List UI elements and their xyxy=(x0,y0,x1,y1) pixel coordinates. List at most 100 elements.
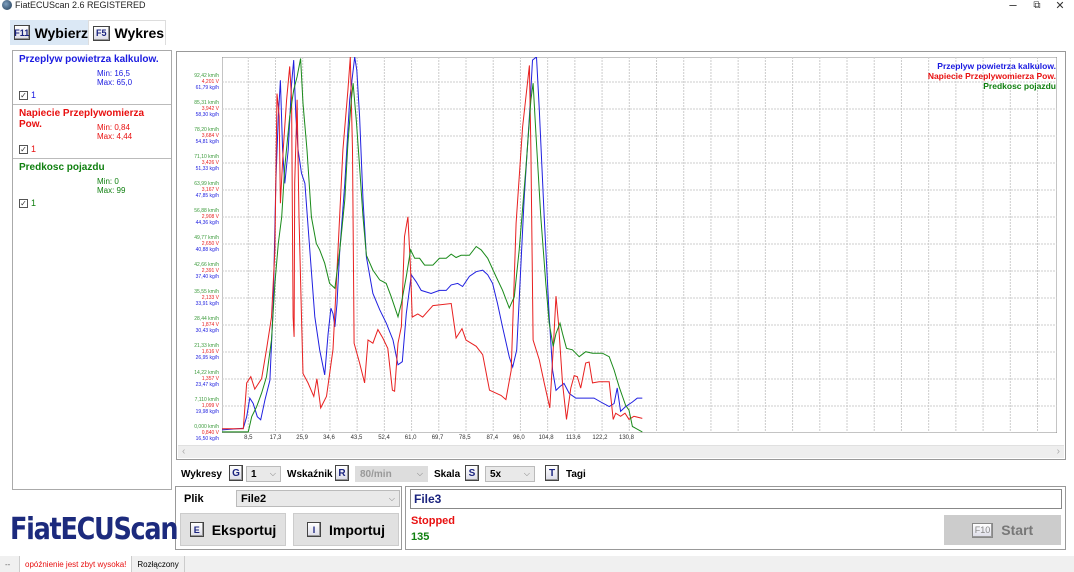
parameter-checkbox[interactable]: ✓ xyxy=(19,198,28,208)
chevron-down-icon: ⌵ xyxy=(388,493,395,503)
t-key-button[interactable]: T xyxy=(545,465,559,481)
status-warning: opóźnienie jest zbyt wysoka! xyxy=(20,556,133,572)
x-tick-label: 122,2 xyxy=(592,435,608,441)
x-tick-label: 104,8 xyxy=(538,435,554,441)
x-axis-labels: 8,5 17,3 25,9 34,6 43,5 52,4 61,0 69,7 78,5 87,4 9… xyxy=(222,435,1057,445)
f10-key-icon: F10 xyxy=(971,522,994,538)
g-key-button[interactable]: G xyxy=(229,465,243,481)
export-button[interactable]: E Eksportuj xyxy=(180,513,286,546)
e-key-icon: E xyxy=(189,522,204,537)
y-tick-group: 0,000 km/h 0,840 V 16,50 kg/h xyxy=(194,424,219,442)
y-tick-group: 7,110 km/h 1,099 V 19,98 kg/h xyxy=(195,397,219,415)
y-tick-label: 19,98 kg/h xyxy=(195,409,219,415)
f11-key-icon: F11 xyxy=(14,25,30,40)
tab-wykres[interactable]: F5 Wykres xyxy=(88,20,166,45)
select-value: File2 xyxy=(241,492,267,505)
button-label: Importuj xyxy=(329,521,385,538)
parameter-item[interactable]: Przeplyw powietrza kalkulow. Min: 16,5 M… xyxy=(13,51,171,105)
legend-entry: Przeplyw powietrza kalkulow. xyxy=(937,61,1056,71)
y-tick-label: 61,79 kg/h xyxy=(195,85,219,91)
tab-label: Wybierz xyxy=(34,24,88,41)
tags-label: Tagi xyxy=(566,468,586,480)
plot-area xyxy=(222,57,1057,433)
y-tick-label: 37,40 kg/h xyxy=(195,274,219,280)
session-group: File3 Stopped 135 F10 Start xyxy=(405,486,1066,550)
i-key-icon: I xyxy=(307,522,321,537)
x-tick-label: 113,6 xyxy=(566,435,581,441)
select-value: 5x xyxy=(490,468,502,480)
f5-key-icon: F5 xyxy=(93,25,110,41)
parameter-checkbox[interactable]: ✓ xyxy=(19,90,28,100)
session-count: 135 xyxy=(411,531,430,543)
select-value: 80/min xyxy=(360,468,392,480)
close-button[interactable]: ✕ xyxy=(1050,0,1070,12)
parameter-name: Napiecie Przeplywomierza Pow. xyxy=(19,108,145,130)
button-label: Start xyxy=(1001,522,1034,538)
button-label: Eksportuj xyxy=(211,521,277,538)
y-tick-group: 56,88 km/h 2,908 V 44,36 kg/h xyxy=(194,208,219,226)
y-tick-label: 40,88 kg/h xyxy=(195,247,219,253)
parameter-index: 1 xyxy=(31,90,37,100)
parameter-item[interactable]: Napiecie Przeplywomierza Pow. Min: 0,84 … xyxy=(13,105,171,159)
x-tick-label: 43,5 xyxy=(350,435,363,441)
parameter-min: Min: 0 xyxy=(97,177,119,186)
start-button[interactable]: F10 Start xyxy=(944,515,1061,545)
y-tick-label: 51,33 kg/h xyxy=(195,166,219,172)
parameter-checkbox[interactable]: ✓ xyxy=(19,144,28,154)
chart-horizontal-scrollbar[interactable]: ‹ › xyxy=(178,445,1064,458)
tab-label: Wykres xyxy=(114,25,165,41)
x-tick-label: 34,6 xyxy=(323,435,335,441)
app-logo: FiatECUScan xyxy=(10,512,178,547)
y-axis-labels: 0,000 km/h 0,840 V 16,50 kg/h 7,110 km/h 1,0… xyxy=(176,57,222,442)
charts-count-select[interactable]: 1 ⌵ xyxy=(246,466,281,482)
x-tick-label: 87,4 xyxy=(486,435,499,441)
s-key-button[interactable]: S xyxy=(465,465,479,481)
status-bar: -- opóźnienie jest zbyt wysoka! Rozłączo… xyxy=(0,556,1074,572)
r-key-button[interactable]: R xyxy=(335,465,349,481)
pointer-rate-select[interactable]: 80/min ⌵ xyxy=(355,466,428,482)
y-tick-label: 23,47 kg/h xyxy=(195,382,219,388)
x-tick-label: 52,4 xyxy=(378,435,390,441)
title-bar: FiatECUScan 2.6 REGISTERED – ⧉ ✕ xyxy=(0,0,1074,14)
file-select[interactable]: File2 ⌵ xyxy=(236,490,400,507)
scroll-right-icon[interactable]: › xyxy=(1057,446,1060,457)
y-tick-group: 71,10 km/h 3,426 V 51,33 kg/h xyxy=(194,154,219,172)
scale-select[interactable]: 5x ⌵ xyxy=(485,466,535,482)
y-tick-label: 30,43 kg/h xyxy=(195,328,219,334)
chart-legend: Przeplyw powietrza kalkulow. Napiecie Pr… xyxy=(928,61,1056,91)
parameter-min: Min: 16,5 xyxy=(97,69,130,78)
y-tick-group: 92,42 km/h 4,201 V 61,79 kg/h xyxy=(194,73,219,91)
y-tick-label: 16,50 kg/h xyxy=(195,436,219,442)
file-label: Plik xyxy=(184,493,204,505)
x-tick-label: 96,0 xyxy=(513,435,525,441)
session-filename-input[interactable]: File3 xyxy=(410,489,1062,509)
y-tick-group: 63,99 km/h 3,167 V 47,85 kg/h xyxy=(194,181,219,199)
chevron-down-icon: ⌵ xyxy=(269,469,276,478)
y-tick-label: 26,95 kg/h xyxy=(195,355,219,361)
parameter-min: Min: 0,84 xyxy=(97,123,130,132)
window-title: FiatECUScan 2.6 REGISTERED xyxy=(15,0,146,10)
restore-button[interactable]: ⧉ xyxy=(1027,0,1047,11)
file-group: Plik File2 ⌵ E Eksportuj I Importuj xyxy=(175,486,402,550)
y-tick-group: 42,66 km/h 2,391 V 37,40 kg/h xyxy=(194,262,219,280)
y-tick-label: 58,30 kg/h xyxy=(195,112,219,118)
minimize-button[interactable]: – xyxy=(1003,0,1023,12)
x-tick-label: 8,5 xyxy=(244,435,253,441)
x-tick-label: 69,7 xyxy=(431,435,444,441)
parameter-max: Max: 99 xyxy=(97,186,126,195)
tab-wybierz[interactable]: F11 Wybierz xyxy=(10,20,88,45)
x-tick-label: 130,8 xyxy=(618,435,635,441)
scroll-left-icon[interactable]: ‹ xyxy=(182,446,185,457)
y-tick-label: 44,36 kg/h xyxy=(195,220,219,226)
parameter-name: Przeplyw powietrza kalkulow. xyxy=(19,54,159,65)
chevron-down-icon: ⌵ xyxy=(416,469,423,478)
parameter-item[interactable]: Predkosc pojazdu Min: 0 Max: 99 ✓ 1 xyxy=(13,159,171,213)
y-tick-group: 85,31 km/h 3,942 V 58,30 kg/h xyxy=(194,100,219,118)
y-tick-group: 49,77 km/h 2,650 V 40,88 kg/h xyxy=(194,235,219,253)
connection-status: Rozłączony xyxy=(132,556,185,572)
y-tick-label: 47,85 kg/h xyxy=(195,193,219,199)
parameter-index: 1 xyxy=(31,198,37,208)
import-button[interactable]: I Importuj xyxy=(293,513,399,546)
y-tick-group: 14,22 km/h 1,357 V 23,47 kg/h xyxy=(194,370,219,388)
y-tick-group: 78,20 km/h 3,684 V 54,81 kg/h xyxy=(194,127,219,145)
